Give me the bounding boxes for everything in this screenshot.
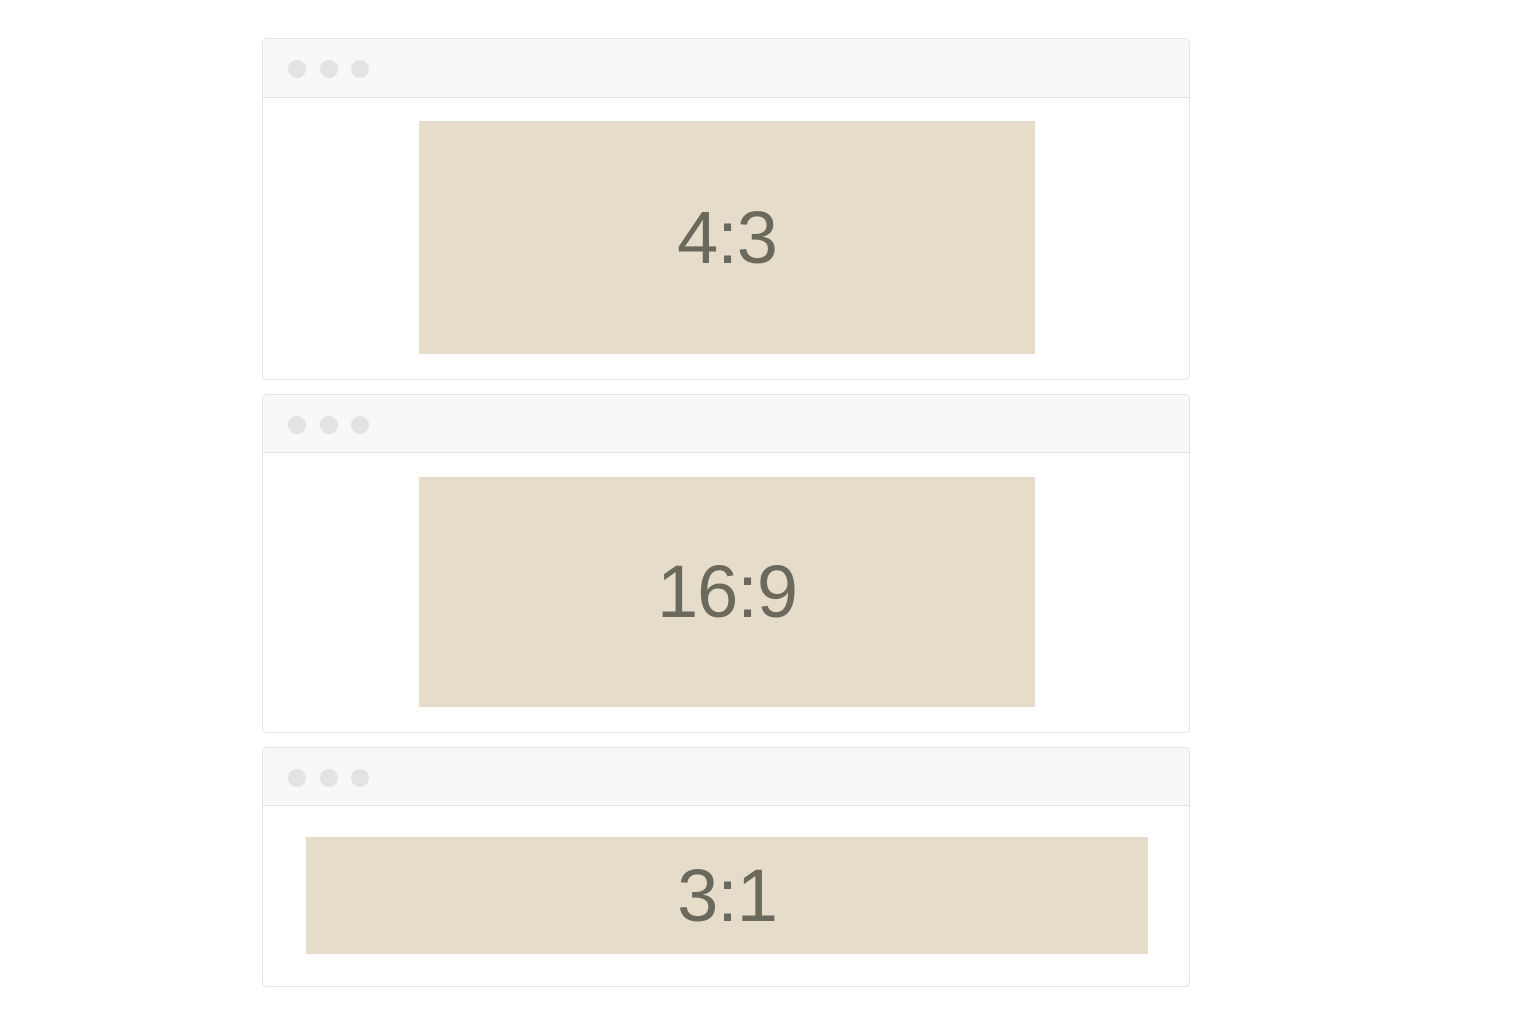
window-dot-icon[interactable]	[351, 769, 369, 787]
browser-window-16-9: 16:9	[262, 394, 1190, 733]
aspect-ratio-label: 3:1	[677, 853, 778, 937]
window-content: 16:9	[263, 453, 1189, 732]
window-titlebar	[263, 39, 1189, 98]
window-dot-icon[interactable]	[288, 60, 306, 78]
window-dot-icon[interactable]	[320, 769, 338, 787]
window-titlebar	[263, 748, 1189, 806]
window-dot-icon[interactable]	[288, 416, 306, 434]
window-content: 4:3	[263, 98, 1189, 379]
window-dot-icon[interactable]	[351, 60, 369, 78]
page: 4:3 16:9 3:1	[0, 0, 1536, 1024]
window-dot-icon[interactable]	[351, 416, 369, 434]
window-content: 3:1	[263, 806, 1189, 986]
aspect-ratio-label: 4:3	[677, 195, 778, 279]
aspect-ratio-panel: 3:1	[306, 837, 1148, 954]
window-dot-icon[interactable]	[320, 416, 338, 434]
window-dot-icon[interactable]	[320, 60, 338, 78]
window-dot-icon[interactable]	[288, 769, 306, 787]
browser-window-3-1: 3:1	[262, 747, 1190, 987]
browser-window-4-3: 4:3	[262, 38, 1190, 380]
aspect-ratio-label: 16:9	[656, 550, 798, 633]
window-titlebar	[263, 395, 1189, 453]
aspect-ratio-panel: 16:9	[419, 477, 1035, 707]
aspect-ratio-panel: 4:3	[419, 121, 1035, 354]
